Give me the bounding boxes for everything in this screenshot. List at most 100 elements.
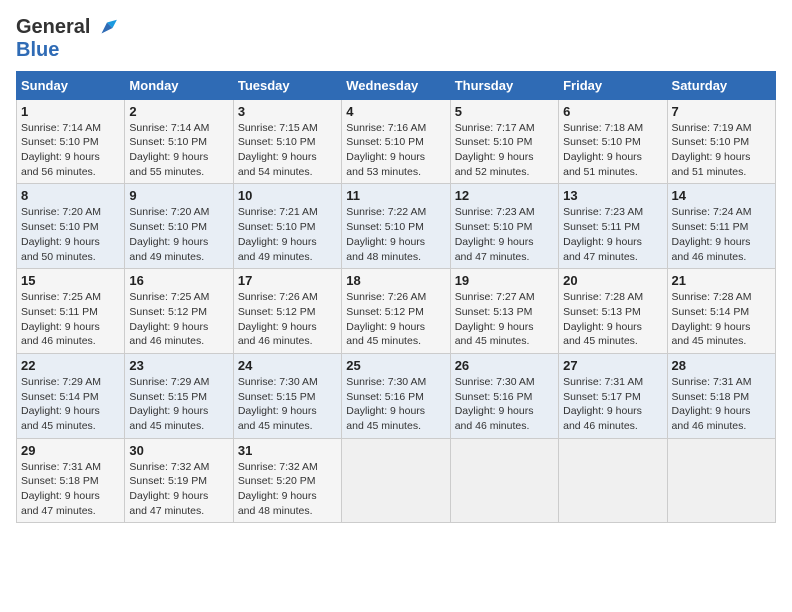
calendar-cell: 25 Sunrise: 7:30 AM Sunset: 5:16 PM Dayli… <box>342 353 450 438</box>
calendar-week-row: 15 Sunrise: 7:25 AM Sunset: 5:11 PM Dayli… <box>17 269 776 354</box>
day-number: 27 <box>563 358 662 373</box>
calendar-cell: 9Sunrise: 7:20 AM Sunset: 5:10 PM Daylig… <box>125 184 233 269</box>
day-info: Sunrise: 7:25 AM Sunset: 5:11 PM Dayligh… <box>21 290 120 349</box>
weekday-header-wednesday: Wednesday <box>342 71 450 99</box>
day-info: Sunrise: 7:31 AM Sunset: 5:18 PM Dayligh… <box>21 460 120 519</box>
calendar-cell: 3 Sunrise: 7:15 AM Sunset: 5:10 PM Daylig… <box>233 99 341 184</box>
weekday-header-friday: Friday <box>559 71 667 99</box>
calendar-cell: 26 Sunrise: 7:30 AM Sunset: 5:16 PM Dayli… <box>450 353 558 438</box>
day-info: Sunrise: 7:31 AM Sunset: 5:17 PM Dayligh… <box>563 375 662 434</box>
calendar-cell <box>450 438 558 523</box>
weekday-header-row: SundayMondayTuesdayWednesdayThursdayFrid… <box>17 71 776 99</box>
calendar-week-row: 22Sunrise: 7:29 AM Sunset: 5:14 PM Dayli… <box>17 353 776 438</box>
calendar-cell: 21 Sunrise: 7:28 AM Sunset: 5:14 PM Dayli… <box>667 269 775 354</box>
calendar-cell: 30 Sunrise: 7:32 AM Sunset: 5:19 PM Dayli… <box>125 438 233 523</box>
day-number: 7 <box>672 104 771 119</box>
weekday-header-monday: Monday <box>125 71 233 99</box>
day-info: Sunrise: 7:14 AM Sunset: 5:10 PM Dayligh… <box>129 121 228 180</box>
calendar-cell: 31 Sunrise: 7:32 AM Sunset: 5:20 PM Dayli… <box>233 438 341 523</box>
calendar-cell: 28Sunrise: 7:31 AM Sunset: 5:18 PM Dayli… <box>667 353 775 438</box>
day-number: 21 <box>672 273 771 288</box>
day-number: 8 <box>21 188 120 203</box>
day-info: Sunrise: 7:21 AM Sunset: 5:10 PM Dayligh… <box>238 205 337 264</box>
day-number: 17 <box>238 273 337 288</box>
day-number: 10 <box>238 188 337 203</box>
day-info: Sunrise: 7:16 AM Sunset: 5:10 PM Dayligh… <box>346 121 445 180</box>
calendar-cell: 7 Sunrise: 7:19 AM Sunset: 5:10 PM Daylig… <box>667 99 775 184</box>
day-number: 1 <box>21 104 120 119</box>
logo-general: General <box>16 16 90 38</box>
day-info: Sunrise: 7:30 AM Sunset: 5:15 PM Dayligh… <box>238 375 337 434</box>
day-info: Sunrise: 7:30 AM Sunset: 5:16 PM Dayligh… <box>346 375 445 434</box>
calendar-cell: 29 Sunrise: 7:31 AM Sunset: 5:18 PM Dayli… <box>17 438 125 523</box>
calendar-cell: 23Sunrise: 7:29 AM Sunset: 5:15 PM Dayli… <box>125 353 233 438</box>
calendar-cell <box>667 438 775 523</box>
calendar-cell: 4 Sunrise: 7:16 AM Sunset: 5:10 PM Daylig… <box>342 99 450 184</box>
calendar-cell: 11 Sunrise: 7:22 AM Sunset: 5:10 PM Dayli… <box>342 184 450 269</box>
calendar-cell: 5Sunrise: 7:17 AM Sunset: 5:10 PM Daylig… <box>450 99 558 184</box>
calendar-cell <box>342 438 450 523</box>
day-number: 20 <box>563 273 662 288</box>
page-header: General Blue <box>16 16 776 61</box>
day-number: 12 <box>455 188 554 203</box>
day-info: Sunrise: 7:20 AM Sunset: 5:10 PM Dayligh… <box>129 205 228 264</box>
calendar-cell: 8 Sunrise: 7:20 AM Sunset: 5:10 PM Daylig… <box>17 184 125 269</box>
calendar-cell: 17 Sunrise: 7:26 AM Sunset: 5:12 PM Dayli… <box>233 269 341 354</box>
calendar-cell <box>559 438 667 523</box>
day-info: Sunrise: 7:20 AM Sunset: 5:10 PM Dayligh… <box>21 205 120 264</box>
day-number: 15 <box>21 273 120 288</box>
day-number: 19 <box>455 273 554 288</box>
calendar-week-row: 29 Sunrise: 7:31 AM Sunset: 5:18 PM Dayli… <box>17 438 776 523</box>
day-info: Sunrise: 7:32 AM Sunset: 5:20 PM Dayligh… <box>238 460 337 519</box>
calendar-cell: 10 Sunrise: 7:21 AM Sunset: 5:10 PM Dayli… <box>233 184 341 269</box>
day-info: Sunrise: 7:22 AM Sunset: 5:10 PM Dayligh… <box>346 205 445 264</box>
calendar-cell: 2Sunrise: 7:14 AM Sunset: 5:10 PM Daylig… <box>125 99 233 184</box>
day-info: Sunrise: 7:29 AM Sunset: 5:14 PM Dayligh… <box>21 375 120 434</box>
day-number: 31 <box>238 443 337 458</box>
logo-blue: Blue <box>16 39 118 61</box>
day-info: Sunrise: 7:25 AM Sunset: 5:12 PM Dayligh… <box>129 290 228 349</box>
day-number: 6 <box>563 104 662 119</box>
day-info: Sunrise: 7:28 AM Sunset: 5:14 PM Dayligh… <box>672 290 771 349</box>
calendar-cell: 27 Sunrise: 7:31 AM Sunset: 5:17 PM Dayli… <box>559 353 667 438</box>
day-number: 26 <box>455 358 554 373</box>
day-number: 30 <box>129 443 228 458</box>
day-number: 23 <box>129 358 228 373</box>
calendar-week-row: 8 Sunrise: 7:20 AM Sunset: 5:10 PM Daylig… <box>17 184 776 269</box>
day-info: Sunrise: 7:15 AM Sunset: 5:10 PM Dayligh… <box>238 121 337 180</box>
day-info: Sunrise: 7:32 AM Sunset: 5:19 PM Dayligh… <box>129 460 228 519</box>
calendar-cell: 20 Sunrise: 7:28 AM Sunset: 5:13 PM Dayli… <box>559 269 667 354</box>
day-number: 28 <box>672 358 771 373</box>
day-number: 3 <box>238 104 337 119</box>
day-info: Sunrise: 7:24 AM Sunset: 5:11 PM Dayligh… <box>672 205 771 264</box>
day-info: Sunrise: 7:23 AM Sunset: 5:11 PM Dayligh… <box>563 205 662 264</box>
day-info: Sunrise: 7:23 AM Sunset: 5:10 PM Dayligh… <box>455 205 554 264</box>
logo: General Blue <box>16 16 118 61</box>
calendar-cell: 22Sunrise: 7:29 AM Sunset: 5:14 PM Dayli… <box>17 353 125 438</box>
day-info: Sunrise: 7:30 AM Sunset: 5:16 PM Dayligh… <box>455 375 554 434</box>
day-info: Sunrise: 7:28 AM Sunset: 5:13 PM Dayligh… <box>563 290 662 349</box>
day-number: 4 <box>346 104 445 119</box>
day-number: 16 <box>129 273 228 288</box>
day-info: Sunrise: 7:27 AM Sunset: 5:13 PM Dayligh… <box>455 290 554 349</box>
day-info: Sunrise: 7:19 AM Sunset: 5:10 PM Dayligh… <box>672 121 771 180</box>
weekday-header-sunday: Sunday <box>17 71 125 99</box>
weekday-header-thursday: Thursday <box>450 71 558 99</box>
day-info: Sunrise: 7:26 AM Sunset: 5:12 PM Dayligh… <box>238 290 337 349</box>
calendar-cell: 1Sunrise: 7:14 AM Sunset: 5:10 PM Daylig… <box>17 99 125 184</box>
logo-bird-icon <box>96 17 118 39</box>
calendar-cell: 16 Sunrise: 7:25 AM Sunset: 5:12 PM Dayli… <box>125 269 233 354</box>
day-number: 13 <box>563 188 662 203</box>
day-number: 29 <box>21 443 120 458</box>
day-info: Sunrise: 7:18 AM Sunset: 5:10 PM Dayligh… <box>563 121 662 180</box>
day-number: 25 <box>346 358 445 373</box>
day-number: 18 <box>346 273 445 288</box>
day-number: 14 <box>672 188 771 203</box>
calendar-cell: 12 Sunrise: 7:23 AM Sunset: 5:10 PM Dayli… <box>450 184 558 269</box>
weekday-header-saturday: Saturday <box>667 71 775 99</box>
calendar-table: SundayMondayTuesdayWednesdayThursdayFrid… <box>16 71 776 524</box>
day-number: 24 <box>238 358 337 373</box>
calendar-cell: 18Sunrise: 7:26 AM Sunset: 5:12 PM Dayli… <box>342 269 450 354</box>
day-number: 11 <box>346 188 445 203</box>
calendar-week-row: 1 Sunrise: 7:14 AM Sunset: 5:10 PM Daylig… <box>17 99 776 184</box>
